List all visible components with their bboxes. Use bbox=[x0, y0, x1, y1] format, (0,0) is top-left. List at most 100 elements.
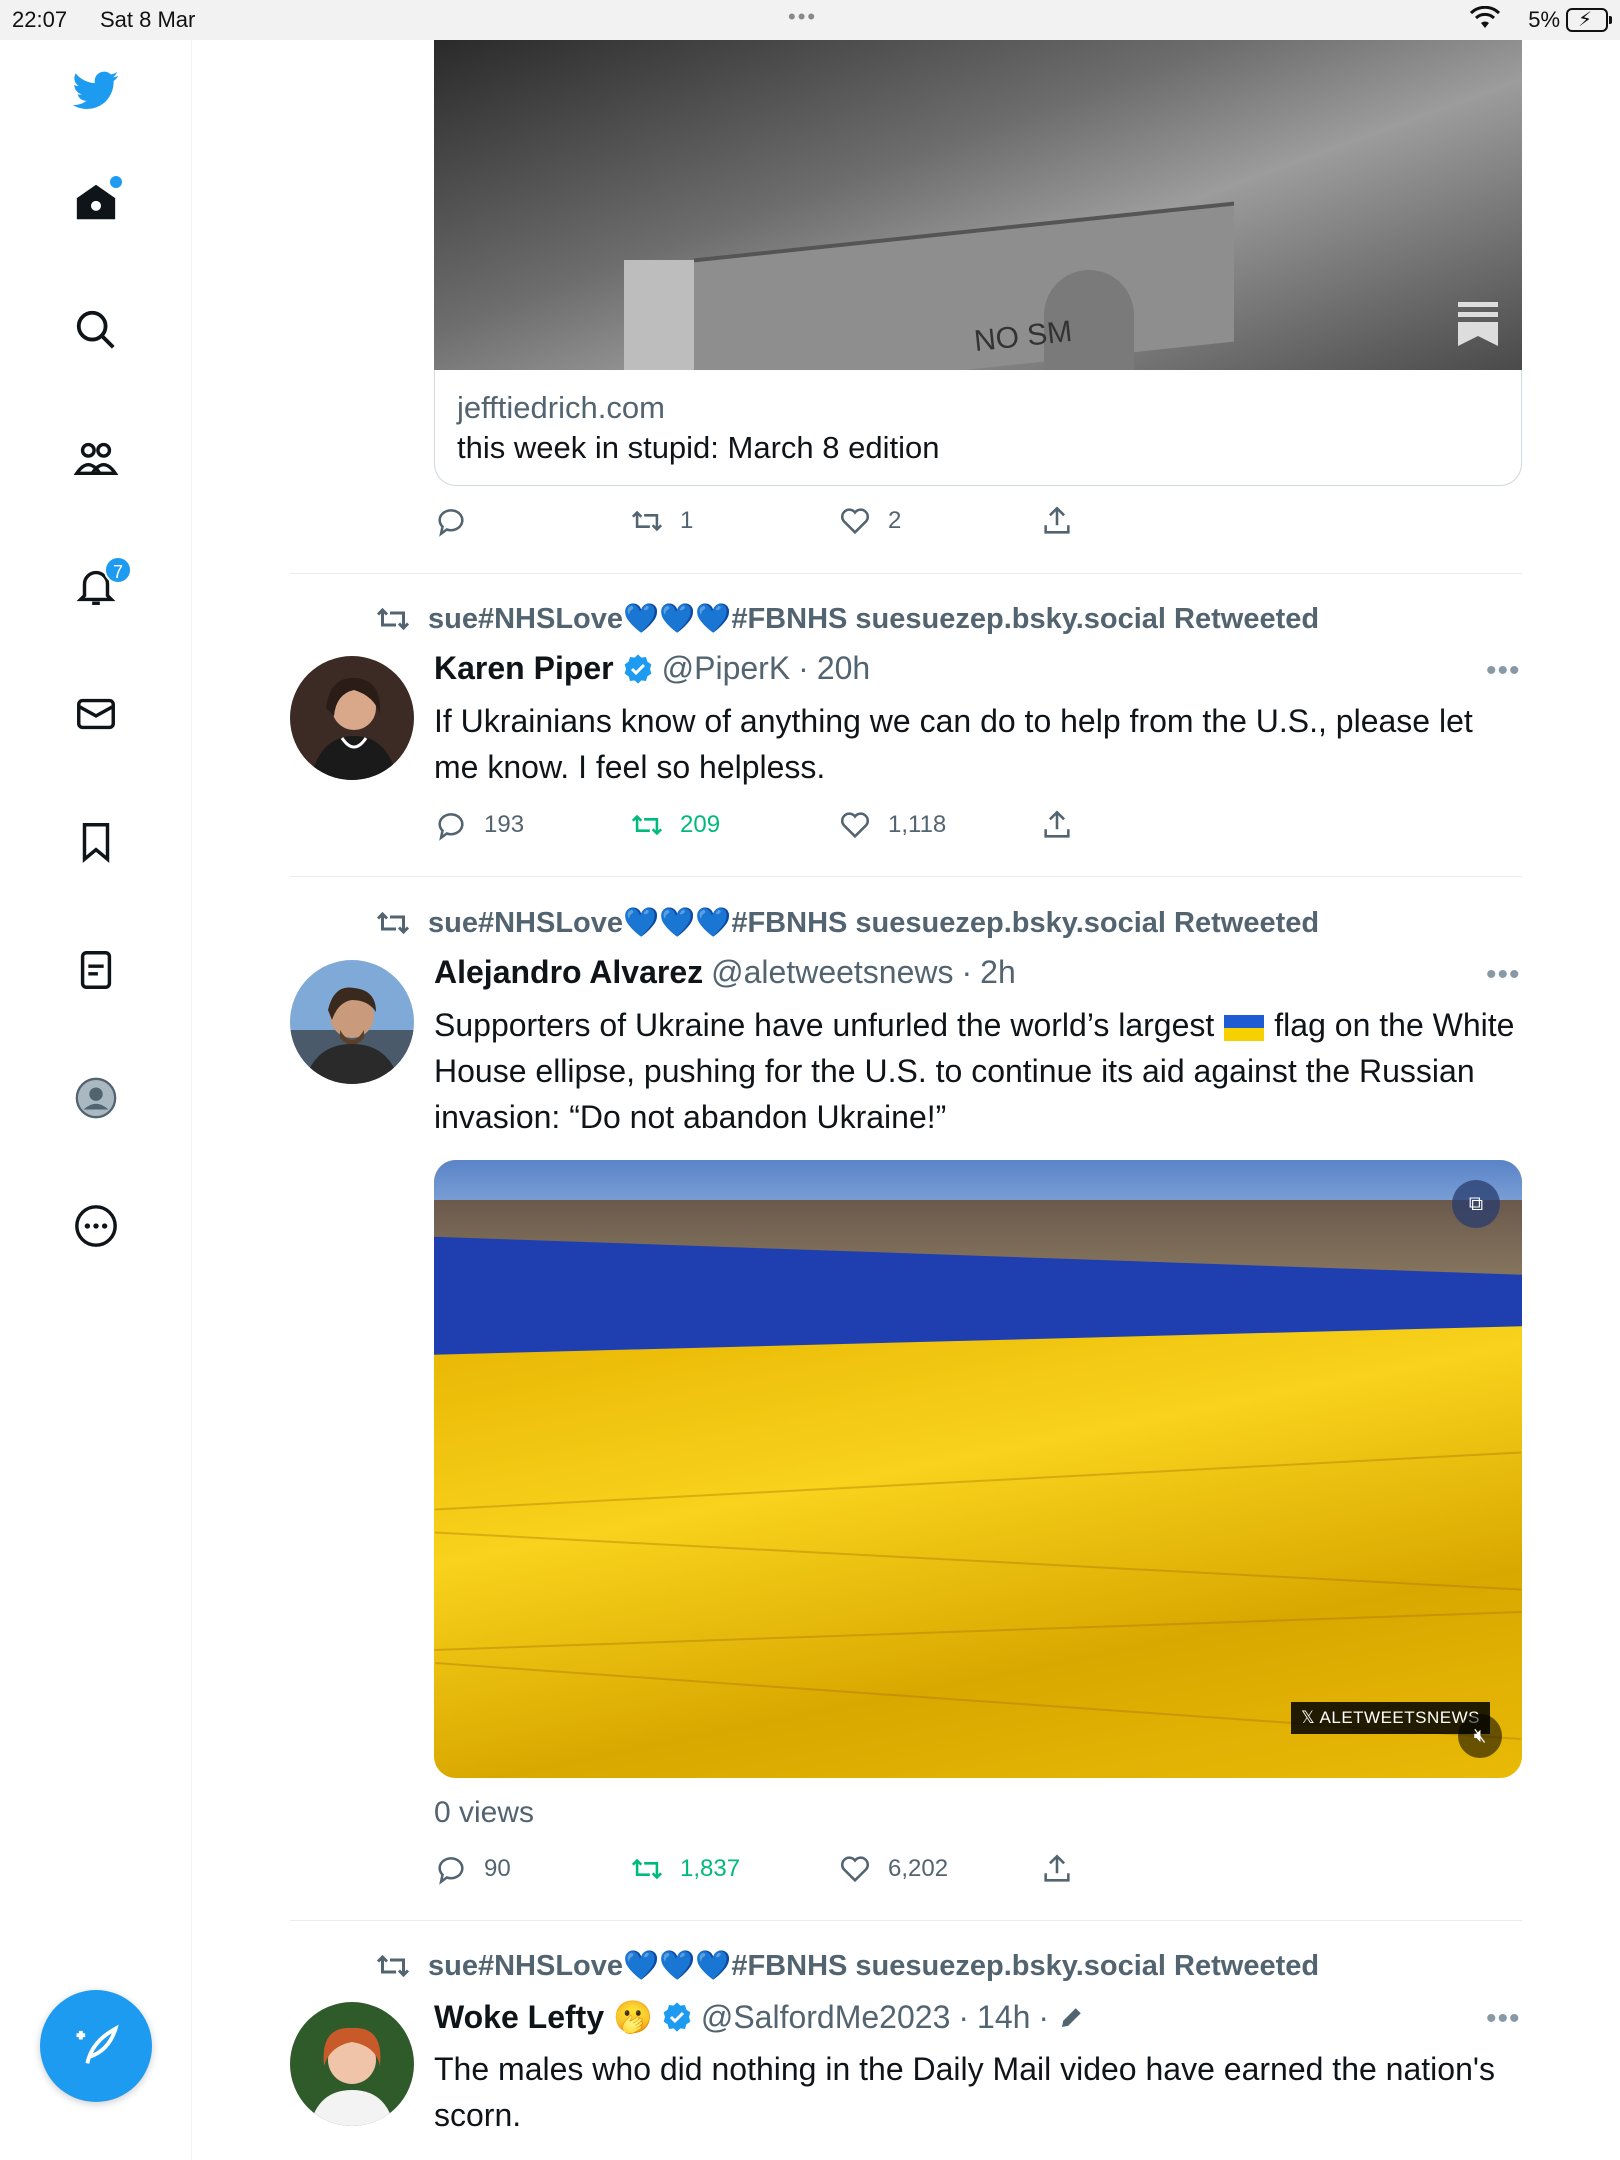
share-button[interactable] bbox=[1040, 1852, 1074, 1886]
retweeted-by-text: sue#NHSLove💙💙💙#FBNHS suesuezep.bsky.soci… bbox=[428, 907, 1320, 939]
retweet-count: 209 bbox=[680, 811, 721, 838]
ukraine-flag-icon bbox=[1224, 1014, 1265, 1041]
like-count: 2 bbox=[888, 507, 902, 534]
author-name[interactable]: Karen Piper bbox=[434, 650, 614, 687]
bookmarks-icon[interactable] bbox=[70, 816, 122, 868]
reply-icon bbox=[438, 813, 464, 841]
communities-icon[interactable] bbox=[70, 432, 122, 484]
reply-count: 193 bbox=[484, 811, 525, 838]
like-count: 1,118 bbox=[888, 811, 947, 838]
retweeted-by-line[interactable]: sue#NHSLove💙💙💙#FBNHS suesuezep.bsky.soci… bbox=[374, 602, 1319, 636]
reply-count: 90 bbox=[484, 1855, 511, 1882]
retweet-button[interactable]: 1 bbox=[630, 504, 693, 538]
reply-icon bbox=[438, 509, 464, 537]
retweet-icon bbox=[376, 1954, 410, 1978]
like-icon bbox=[840, 1856, 870, 1883]
avatar[interactable] bbox=[290, 656, 414, 780]
tweet-header: Alejandro Alvarez @aletweetsnews · 2h bbox=[434, 954, 1016, 991]
link-card[interactable]: jefftiedrich.com this week in stupid: Ma… bbox=[434, 370, 1522, 486]
tweet-header: Karen Piper @PiperK · 20h bbox=[434, 650, 871, 687]
more-icon[interactable] bbox=[70, 1200, 122, 1252]
link-card-domain: jefftiedrich.com bbox=[457, 390, 665, 425]
compose-icon bbox=[76, 2024, 119, 2064]
verified-icon bbox=[663, 2002, 691, 2032]
retweet-icon bbox=[631, 510, 663, 532]
more-options-icon[interactable]: ••• bbox=[1486, 654, 1521, 688]
edit-icon bbox=[1062, 2008, 1081, 2027]
retweet-button[interactable]: 209 bbox=[630, 808, 720, 842]
notifications-badge: 7 bbox=[104, 556, 132, 584]
tweet-header: Woke Lefty 🫢 @SalfordMe2023 · 14h · bbox=[434, 1998, 1087, 2036]
mute-icon[interactable]: 🔇︎ bbox=[1458, 1714, 1502, 1758]
retweeted-by-text: sue#NHSLove💙💙💙#FBNHS suesuezep.bsky.soci… bbox=[428, 603, 1320, 635]
reply-button[interactable]: 90 bbox=[434, 1852, 511, 1886]
lists-icon[interactable] bbox=[70, 944, 122, 996]
compose-tweet-button[interactable] bbox=[40, 1990, 152, 2102]
battery-percent: 5% bbox=[1528, 7, 1560, 32]
like-icon bbox=[840, 508, 870, 535]
tweet-text: Supporters of Ukraine have unfurled the … bbox=[434, 1002, 1524, 1140]
notifications-icon[interactable]: 7 bbox=[70, 556, 132, 612]
home-icon[interactable] bbox=[70, 176, 122, 228]
author-name[interactable]: Woke Lefty 🫢 bbox=[434, 1998, 653, 2036]
profile-icon[interactable] bbox=[70, 1072, 122, 1124]
view-count: 0 views bbox=[434, 1796, 535, 1829]
twitter-logo-icon[interactable] bbox=[70, 64, 122, 116]
messages-icon[interactable] bbox=[70, 688, 122, 740]
sidebar: 7 bbox=[0, 40, 192, 2160]
battery-charging-icon: ⚡ bbox=[1566, 8, 1612, 32]
tweet-actions: 193 209 1,118 bbox=[434, 808, 1134, 848]
status-bar: 22:07 Sat 8 Mar ••• 5% ⚡ bbox=[0, 0, 1620, 40]
reply-button[interactable] bbox=[434, 504, 468, 538]
retweeted-by-line[interactable]: sue#NHSLove💙💙💙#FBNHS suesuezep.bsky.soci… bbox=[374, 906, 1319, 940]
more-options-icon[interactable]: ••• bbox=[1486, 958, 1521, 992]
retweet-icon bbox=[376, 911, 410, 935]
more-options-icon[interactable]: ••• bbox=[1486, 2002, 1521, 2036]
share-icon bbox=[1044, 506, 1070, 534]
share-icon bbox=[1044, 1854, 1070, 1882]
reply-icon bbox=[438, 1857, 464, 1885]
retweet-icon bbox=[631, 1858, 663, 1880]
retweet-count: 1 bbox=[680, 507, 694, 534]
author-handle[interactable]: @aletweetsnews bbox=[711, 954, 953, 991]
retweet-button[interactable]: 1,837 bbox=[630, 1852, 740, 1886]
tweet-divider bbox=[290, 573, 1522, 574]
retweet-icon bbox=[631, 814, 663, 836]
like-button[interactable]: 6,202 bbox=[838, 1852, 948, 1886]
retweet-count: 1,837 bbox=[680, 1855, 741, 1882]
link-card-image[interactable]: NO SM bbox=[434, 40, 1522, 370]
home-unread-dot bbox=[110, 176, 122, 188]
tweet-time[interactable]: 14h bbox=[977, 1999, 1030, 2036]
avatar[interactable] bbox=[290, 960, 414, 1084]
tweet-text: If Ukrainians know of anything we can do… bbox=[434, 703, 1473, 785]
like-button[interactable]: 2 bbox=[838, 504, 901, 538]
multitasking-dots-icon[interactable]: ••• bbox=[788, 4, 817, 30]
reply-button[interactable]: 193 bbox=[434, 808, 524, 842]
captions-icon[interactable]: ⧉ bbox=[1452, 1180, 1500, 1228]
like-icon bbox=[840, 812, 870, 839]
retweeted-by-text: sue#NHSLove💙💙💙#FBNHS suesuezep.bsky.soci… bbox=[428, 1950, 1320, 1982]
link-card-headline: this week in stupid: March 8 edition bbox=[457, 430, 940, 465]
tweet-divider bbox=[290, 876, 1522, 877]
share-button[interactable] bbox=[1040, 808, 1074, 842]
tweet-divider bbox=[290, 1920, 1522, 1921]
retweet-icon bbox=[376, 607, 410, 631]
author-name[interactable]: Alejandro Alvarez bbox=[434, 954, 703, 991]
tweet-text-part: Supporters of Ukraine have unfurled the … bbox=[434, 1007, 1215, 1043]
wifi-icon bbox=[1470, 6, 1500, 28]
author-handle[interactable]: @SalfordMe2023 bbox=[701, 1999, 951, 2036]
tweet-actions: 90 1,837 6,202 bbox=[434, 1852, 1134, 1892]
tweet-video[interactable]: ⧉ 𝕏 ALETWEETSNEWS 🔇︎ bbox=[434, 1160, 1522, 1778]
tweet-time[interactable]: 2h bbox=[980, 954, 1016, 991]
status-date: Sat 8 Mar bbox=[100, 7, 196, 32]
status-time: 22:07 bbox=[12, 7, 68, 32]
author-handle[interactable]: @PiperK bbox=[662, 650, 791, 687]
tweet-time[interactable]: 20h bbox=[817, 650, 870, 687]
retweeted-by-line[interactable]: sue#NHSLove💙💙💙#FBNHS suesuezep.bsky.soci… bbox=[374, 1949, 1319, 1983]
tweet-actions: 1 2 bbox=[434, 504, 1134, 544]
avatar[interactable] bbox=[290, 2002, 414, 2126]
share-button[interactable] bbox=[1040, 504, 1074, 538]
like-button[interactable]: 1,118 bbox=[838, 808, 946, 842]
share-icon bbox=[1044, 810, 1070, 838]
search-icon[interactable] bbox=[70, 304, 122, 356]
